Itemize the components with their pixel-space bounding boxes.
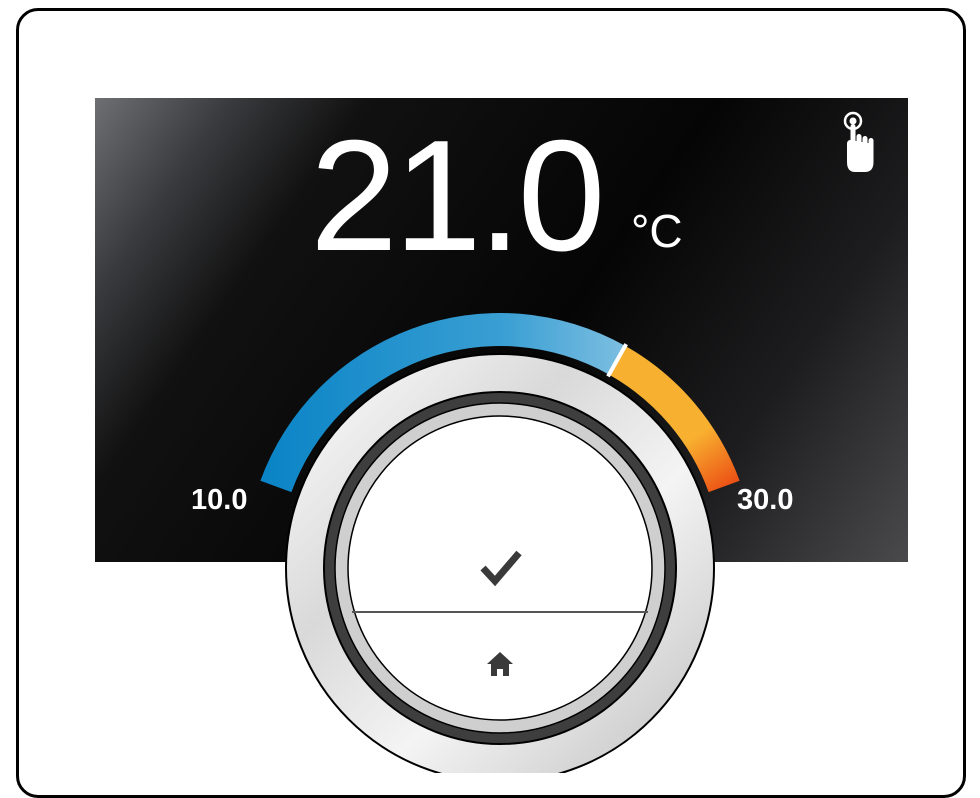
control-dial: [285, 353, 715, 773]
home-button[interactable]: [380, 614, 620, 714]
